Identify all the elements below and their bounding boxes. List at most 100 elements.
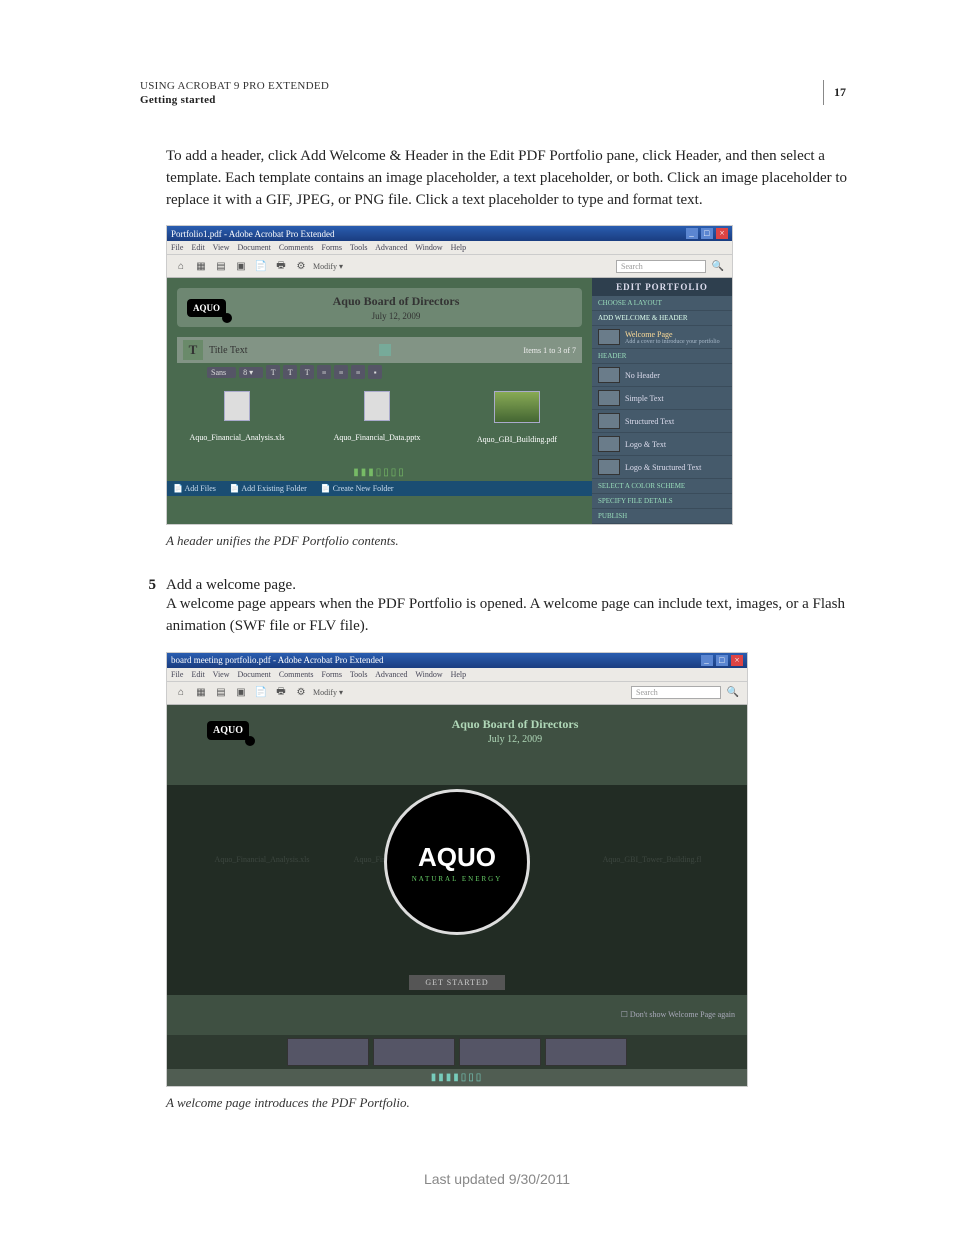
- window-title: board meeting portfolio.pdf - Adobe Acro…: [171, 655, 383, 665]
- preview-icon[interactable]: ▣: [233, 685, 249, 701]
- format-bar: Sans 8 ▾ T T T ≡ ≡ ≡ ▪: [207, 365, 582, 379]
- page-icon[interactable]: 📄: [253, 685, 269, 701]
- menu-item[interactable]: Forms: [322, 243, 342, 252]
- file-thumbnail[interactable]: Aquo_GBI_Building.pdf: [467, 391, 567, 444]
- window-buttons: _ □ ×: [700, 655, 744, 666]
- create-folder-button[interactable]: Create New Folder: [321, 484, 394, 493]
- gear-icon[interactable]: ⚙: [293, 685, 309, 701]
- home-icon[interactable]: ⌂: [173, 685, 189, 701]
- titletext-editor[interactable]: T Title Text Items 1 to 3 of 7: [177, 337, 582, 363]
- header-option[interactable]: Logo & Text: [592, 433, 732, 456]
- title-text-placeholder[interactable]: Title Text: [209, 345, 247, 356]
- modify-menu[interactable]: Modify ▾: [313, 262, 343, 271]
- modify-menu[interactable]: Modify ▾: [313, 688, 343, 697]
- align-left-icon[interactable]: ≡: [317, 365, 331, 379]
- italic-icon[interactable]: T: [283, 365, 297, 379]
- print-icon[interactable]: 🖶: [273, 685, 289, 701]
- add-welcome-header-section[interactable]: ADD WELCOME & HEADER: [592, 311, 732, 326]
- preview-icon[interactable]: ▣: [233, 258, 249, 274]
- add-files-button[interactable]: Add Files: [173, 484, 216, 493]
- menu-item[interactable]: Edit: [191, 243, 204, 252]
- header-option[interactable]: Logo & Structured Text: [592, 456, 732, 479]
- header-section-label: Header: [592, 349, 732, 364]
- underline-icon[interactable]: T: [300, 365, 314, 379]
- screenshot-figure-2: board meeting portfolio.pdf - Adobe Acro…: [166, 652, 748, 1087]
- select-color-section[interactable]: SELECT A COLOR SCHEME: [592, 479, 732, 494]
- grid-icon[interactable]: ▦: [193, 685, 209, 701]
- maximize-icon[interactable]: □: [716, 655, 728, 666]
- menu-item[interactable]: Help: [451, 243, 467, 252]
- items-count: Items 1 to 3 of 7: [523, 346, 576, 355]
- list-icon[interactable]: ▤: [213, 685, 229, 701]
- menu-item[interactable]: Window: [415, 670, 442, 679]
- size-select[interactable]: 8 ▾: [239, 367, 263, 378]
- image-placeholder-icon[interactable]: [379, 344, 391, 356]
- running-header: USING ACROBAT 9 PRO EXTENDED Getting sta…: [140, 80, 854, 106]
- menu-item[interactable]: Tools: [350, 670, 368, 679]
- align-right-icon[interactable]: ≡: [351, 365, 365, 379]
- minimize-icon[interactable]: _: [701, 655, 713, 666]
- list-icon[interactable]: ▤: [213, 258, 229, 274]
- search-icon[interactable]: 🔍: [725, 685, 741, 701]
- grid-icon[interactable]: ▦: [193, 258, 209, 274]
- search-input[interactable]: Search: [631, 686, 721, 699]
- menu-item[interactable]: Forms: [322, 670, 342, 679]
- filmstrip[interactable]: [167, 1035, 747, 1069]
- publish-section[interactable]: PUBLISH: [592, 509, 732, 524]
- menu-item[interactable]: Advanced: [375, 243, 407, 252]
- portfolio-header: AQUO Aquo Board of Directors July 12, 20…: [167, 705, 747, 757]
- specify-details-section[interactable]: SPECIFY FILE DETAILS: [592, 494, 732, 509]
- gear-icon[interactable]: ⚙: [293, 258, 309, 274]
- font-select[interactable]: Sans: [207, 367, 236, 378]
- choose-layout-section[interactable]: CHOOSE A LAYOUT: [592, 296, 732, 311]
- menu-item[interactable]: View: [213, 670, 230, 679]
- welcome-page-option[interactable]: Welcome Page Add a cover to introduce yo…: [592, 326, 732, 349]
- window-buttons: _ □ ×: [685, 228, 729, 239]
- welcome-thumb-icon: [598, 329, 620, 345]
- menu-item[interactable]: Window: [415, 243, 442, 252]
- step-text: Add a welcome page.: [166, 577, 296, 594]
- color-icon[interactable]: ▪: [368, 365, 382, 379]
- pager[interactable]: ▮▮▮▮▯▯▯: [167, 1069, 747, 1086]
- menu-item[interactable]: Tools: [350, 243, 368, 252]
- header-option[interactable]: Structured Text: [592, 410, 732, 433]
- maximize-icon[interactable]: □: [701, 228, 713, 239]
- menubar: File Edit View Document Comments Forms T…: [167, 668, 747, 682]
- logo-badge: AQUO: [187, 299, 226, 317]
- menu-item[interactable]: Comments: [279, 670, 314, 679]
- menu-item[interactable]: Advanced: [375, 670, 407, 679]
- close-icon[interactable]: ×: [731, 655, 743, 666]
- file-thumbnail[interactable]: Aquo_Financial_Data.pptx: [327, 391, 427, 444]
- print-icon[interactable]: 🖶: [273, 258, 289, 274]
- header-title: Aquo Board of Directors: [240, 294, 552, 309]
- dont-show-checkbox[interactable]: ☐ Don't show Welcome Page again: [621, 1010, 735, 1019]
- bold-icon[interactable]: T: [266, 365, 280, 379]
- window-titlebar: board meeting portfolio.pdf - Adobe Acro…: [167, 653, 747, 668]
- menu-item[interactable]: View: [213, 243, 230, 252]
- get-started-button[interactable]: GET STARTED: [409, 975, 504, 990]
- portfolio-header[interactable]: AQUO Aquo Board of Directors July 12, 20…: [177, 288, 582, 327]
- menu-item[interactable]: Edit: [191, 670, 204, 679]
- align-center-icon[interactable]: ≡: [334, 365, 348, 379]
- search-icon[interactable]: 🔍: [710, 258, 726, 274]
- window-title: Portfolio1.pdf - Adobe Acrobat Pro Exten…: [171, 229, 334, 239]
- add-folder-button[interactable]: Add Existing Folder: [230, 484, 307, 493]
- menu-item[interactable]: Help: [451, 670, 467, 679]
- file-name: Aquo_GBI_Building.pdf: [467, 435, 567, 444]
- minimize-icon[interactable]: _: [686, 228, 698, 239]
- close-icon[interactable]: ×: [716, 228, 728, 239]
- header-option[interactable]: No Header: [592, 364, 732, 387]
- file-thumbnail[interactable]: Aquo_Financial_Analysis.xls: [187, 391, 287, 444]
- search-input[interactable]: Search: [616, 260, 706, 273]
- menu-item[interactable]: File: [171, 670, 183, 679]
- page-icon[interactable]: 📄: [253, 258, 269, 274]
- doc-title: USING ACROBAT 9 PRO EXTENDED: [140, 80, 329, 92]
- pager[interactable]: ▮▮▮▯▯▯▯: [167, 464, 592, 481]
- menu-item[interactable]: Comments: [279, 243, 314, 252]
- header-option[interactable]: Simple Text: [592, 387, 732, 410]
- menu-item[interactable]: File: [171, 243, 183, 252]
- home-icon[interactable]: ⌂: [173, 258, 189, 274]
- menu-item[interactable]: Document: [238, 243, 271, 252]
- menu-item[interactable]: Document: [238, 670, 271, 679]
- figure-caption: A header unifies the PDF Portfolio conte…: [166, 533, 854, 549]
